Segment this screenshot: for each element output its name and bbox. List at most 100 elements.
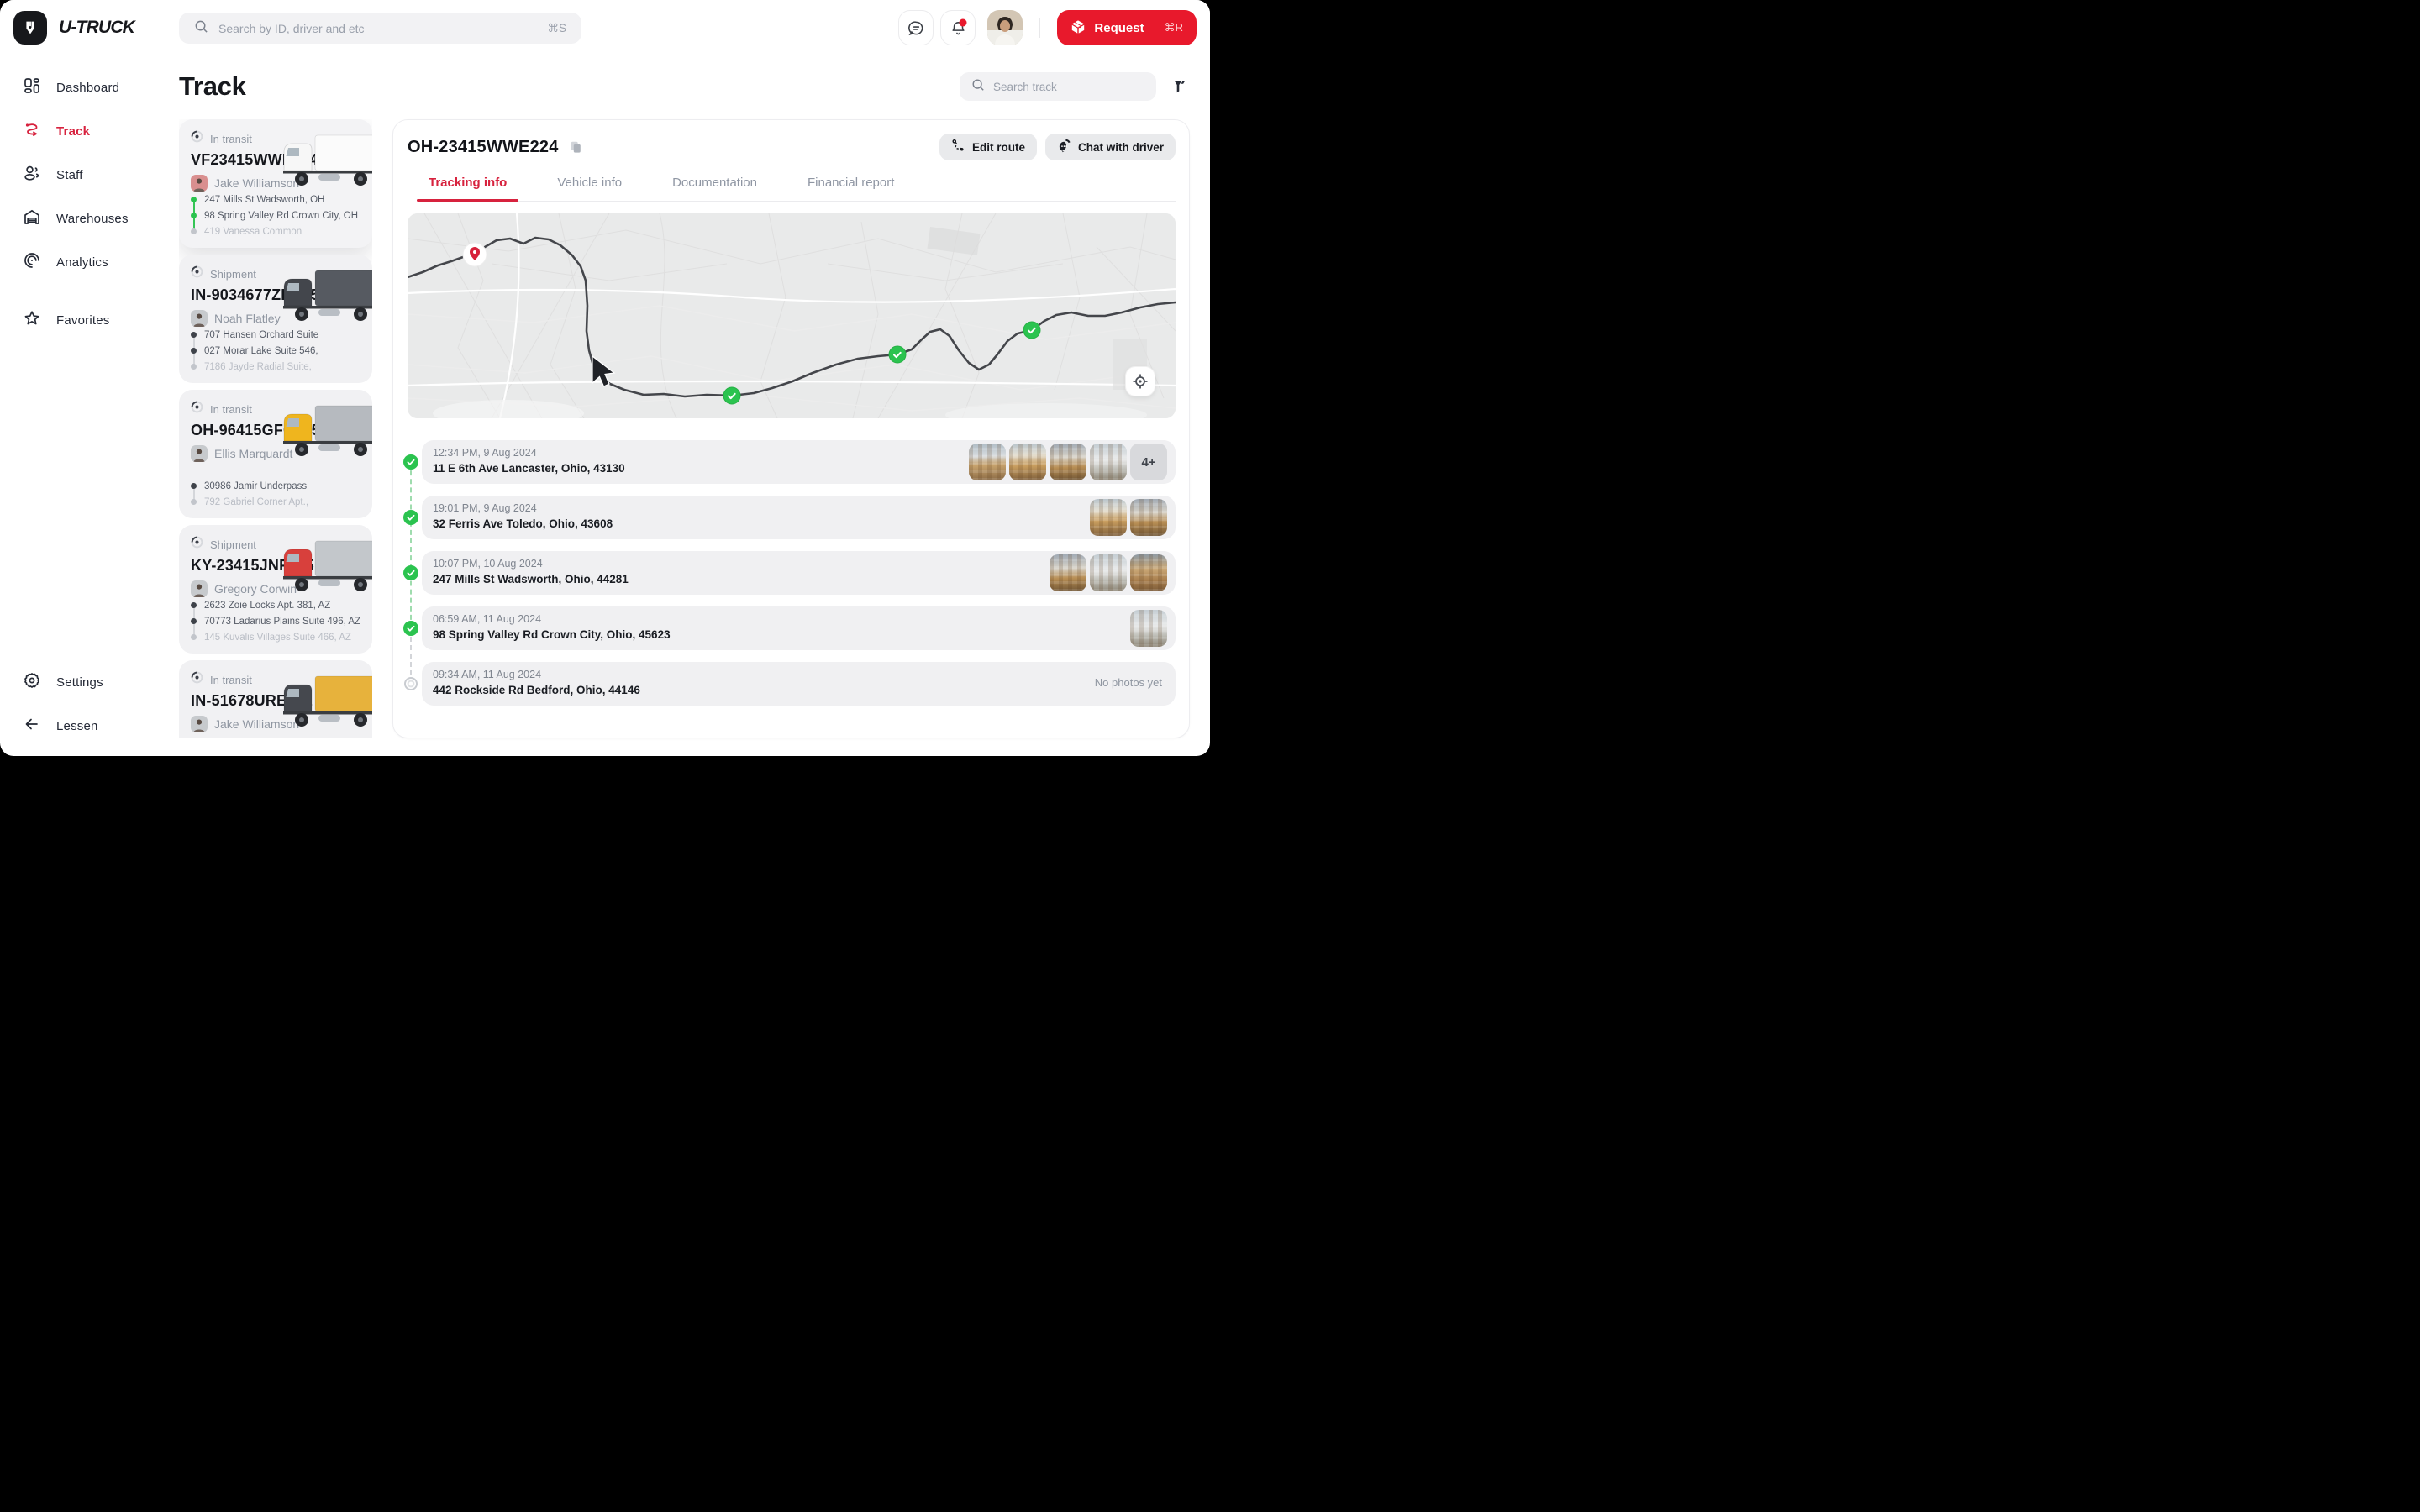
stop-item: 145 Kuvalis Villages Suite 466, AZ [204, 629, 362, 645]
request-button[interactable]: Request ⌘R [1057, 10, 1197, 45]
messages-button[interactable] [898, 10, 934, 45]
driver-avatar [191, 175, 208, 192]
detail-header: OH-23415WWE224 Edit route Chat with [393, 120, 1189, 160]
request-label: Request [1094, 21, 1144, 35]
chat-icon [1057, 139, 1071, 155]
tab-tracking-info[interactable]: Tracking info [429, 176, 507, 201]
notifications-button[interactable] [940, 10, 976, 45]
sidebar-item-dashboard[interactable]: Dashboard [0, 66, 172, 109]
cargo-photo[interactable] [1009, 444, 1046, 480]
chat-with-driver-button[interactable]: Chat with driver [1045, 134, 1176, 160]
driver-avatar [191, 445, 208, 462]
stop-dot-icon [191, 618, 197, 624]
track-search[interactable] [960, 72, 1156, 101]
timeline-row: 10:07 PM, 10 Aug 2024247 Mills St Wadswo… [422, 551, 1176, 595]
timeline-check-icon [403, 510, 418, 525]
dashboard-icon [23, 76, 41, 99]
status-label: In transit [210, 674, 252, 686]
cargo-photo[interactable] [1130, 499, 1167, 536]
copy-icon[interactable] [567, 139, 584, 155]
more-photos-badge[interactable]: 4+ [1130, 444, 1167, 480]
status-spinner-icon [191, 536, 203, 553]
stop-address: 7186 Jayde Radial Suite, [204, 362, 312, 372]
sidebar-item-label: Favorites [56, 313, 110, 328]
stop-dot-icon [191, 197, 197, 202]
tab-vehicle-info[interactable]: Vehicle info [557, 176, 622, 201]
timeline-address: 32 Ferris Ave Toledo, Ohio, 43608 [433, 517, 1167, 530]
logo-icon [13, 11, 47, 45]
stop-dot-icon [191, 499, 197, 505]
sidebar-item-lessen[interactable]: Lessen [0, 704, 172, 748]
track-card-KY-23415JNF155[interactable]: ShipmentKY-23415JNF155Gregory Corwin2623… [179, 525, 372, 654]
cargo-photo[interactable] [1090, 499, 1127, 536]
sidebar-nav: Dashboard Track Staff Warehouses Analytics Fa… [0, 66, 172, 342]
stop-dot-icon [191, 213, 197, 218]
sidebar-item-settings[interactable]: Settings [0, 660, 172, 704]
track-card-VF23415WWE224[interactable]: In transitVF23415WWE224Jake Williamson24… [179, 119, 372, 248]
cargo-photo[interactable] [969, 444, 1006, 480]
edit-route-label: Edit route [972, 141, 1025, 154]
topbar: U-TRUCK ⌘S Request ⌘R [0, 0, 1210, 55]
stop-dot-icon [191, 364, 197, 370]
track-card-IN-51678URE401[interactable]: In transitIN-51678URE401Jake Williamson6… [179, 660, 372, 738]
driver-name: Jake Williamson [214, 717, 299, 731]
card-id: OH-96415GFC145 [191, 422, 360, 439]
chat-with-driver-label: Chat with driver [1078, 141, 1164, 154]
global-search[interactable]: ⌘S [179, 13, 581, 44]
main-content: Track In transitVF23415WWE224Jake Willia… [172, 55, 1210, 756]
status-spinner-icon [191, 265, 203, 282]
stop-address: 707 Hansen Orchard Suite [204, 330, 318, 340]
timeline-row: 09:34 AM, 11 Aug 2024442 Rockside Rd Bed… [422, 662, 1176, 706]
sidebar-item-label: Track [56, 124, 90, 139]
sidebar-item-warehouses[interactable]: Warehouses [0, 197, 172, 240]
locate-button[interactable] [1125, 366, 1155, 396]
cargo-photo[interactable] [1090, 444, 1127, 480]
checkpoint-icon [723, 387, 740, 404]
checkpoint-icon [1023, 322, 1040, 339]
driver-avatar [191, 310, 208, 327]
edit-route-button[interactable]: Edit route [939, 134, 1037, 160]
cargo-photo[interactable] [1050, 554, 1086, 591]
timeline-time: 19:01 PM, 9 Aug 2024 [433, 502, 1167, 514]
cargo-photo[interactable] [1130, 554, 1167, 591]
cargo-photo[interactable] [1130, 610, 1167, 647]
track-card-IN-9034677ZFG154[interactable]: ShipmentIN-9034677ZFG154Noah Flatley707 … [179, 255, 372, 383]
card-stops: 2623 Zoie Locks Apt. 381, AZ70773 Ladari… [191, 597, 362, 645]
stop-item: 707 Hansen Orchard Suite [204, 327, 362, 343]
driver-avatar [191, 580, 208, 597]
timeline-check-icon [403, 621, 418, 636]
stop-item: 419 Vanessa Common [204, 223, 362, 239]
track-search-input[interactable] [993, 81, 1144, 93]
card-id: IN-51678URE401 [191, 692, 360, 710]
timeline-row: 06:59 AM, 11 Aug 202498 Spring Valley Rd… [422, 606, 1176, 650]
timeline-time: 09:34 AM, 11 Aug 2024 [433, 669, 1167, 680]
tab-financial-report[interactable]: Financial report [808, 176, 894, 201]
sidebar-item-staff[interactable]: Staff [0, 153, 172, 197]
sidebar-item-favorites[interactable]: Favorites [0, 298, 172, 342]
filter-button[interactable] [1170, 76, 1190, 97]
route-map[interactable] [408, 213, 1176, 418]
search-input[interactable] [218, 22, 537, 35]
edit-route-icon [951, 139, 965, 155]
track-card-OH-96415GFC145[interactable]: In transitOH-96415GFC145Ellis Marquardt3… [179, 390, 372, 518]
track-icon [23, 120, 41, 143]
timeline-check-icon [403, 565, 418, 580]
sidebar-item-analytics[interactable]: Analytics [0, 240, 172, 284]
sidebar-item-label: Warehouses [56, 212, 129, 226]
cargo-photo[interactable] [1090, 554, 1127, 591]
card-id: VF23415WWE224 [191, 151, 360, 169]
star-icon [23, 309, 41, 332]
staff-icon [23, 164, 41, 186]
sidebar-item-track[interactable]: Track [0, 109, 172, 153]
timeline-connector [410, 462, 412, 628]
status-label: Shipment [210, 268, 256, 281]
tab-documentation[interactable]: Documentation [672, 176, 757, 201]
photo-group [1130, 610, 1167, 647]
request-shortcut: ⌘R [1165, 21, 1183, 34]
cargo-photo[interactable] [1050, 444, 1086, 480]
user-avatar[interactable] [987, 10, 1023, 45]
card-stops: 707 Hansen Orchard Suite027 Morar Lake S… [191, 327, 362, 375]
card-status: In transit [191, 130, 360, 147]
stop-address: 145 Kuvalis Villages Suite 466, AZ [204, 633, 351, 643]
stop-item: 792 Gabriel Corner Apt., [204, 494, 362, 510]
